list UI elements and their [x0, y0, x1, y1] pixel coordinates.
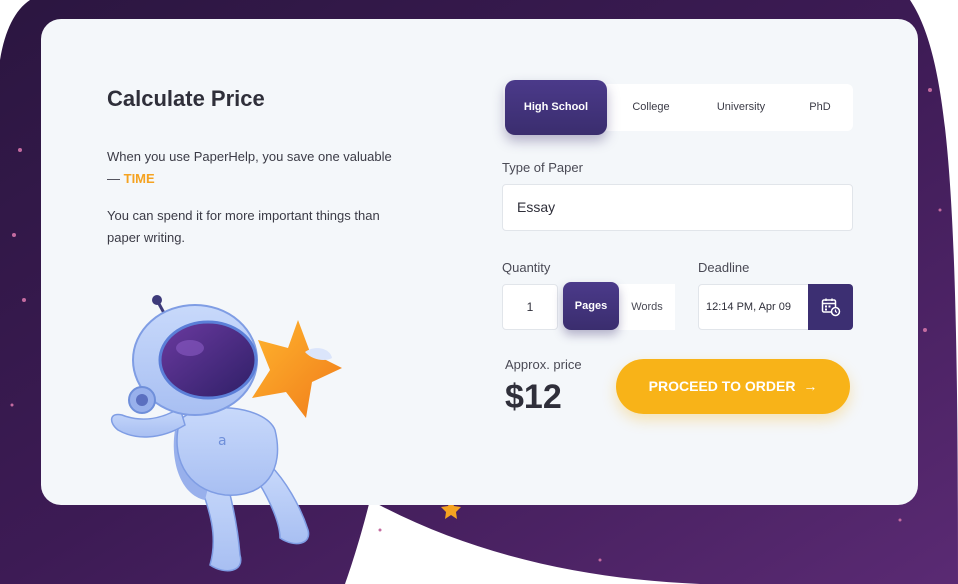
order-button-label: PROCEED TO ORDER [648, 378, 796, 394]
tab-college[interactable]: College [607, 84, 695, 131]
academic-level-tabs: High School College University PhD [503, 80, 853, 135]
unit-pages-button[interactable]: Pages [563, 282, 619, 330]
intro-highlight: TIME [123, 171, 155, 186]
price-value: $12 [505, 378, 562, 416]
tab-high-school[interactable]: High School [505, 80, 607, 135]
price-label: Approx. price [505, 357, 582, 372]
arrow-right-icon: → [803, 378, 818, 394]
paper-type-select[interactable]: Essay [502, 184, 853, 231]
paper-type-label: Type of Paper [502, 160, 583, 175]
intro-text-secondary: You can spend it for more important thin… [107, 208, 380, 245]
calendar-clock-icon [821, 298, 840, 317]
proceed-to-order-button[interactable]: PROCEED TO ORDER → [616, 359, 850, 414]
intro-text: When you use PaperHelp, you save one val… [107, 146, 407, 190]
quantity-label: Quantity [502, 260, 551, 275]
deadline-label: Deadline [698, 260, 750, 275]
astronaut-illustration: a [110, 295, 342, 572]
unit-words-button[interactable]: Words [619, 284, 675, 330]
quantity-input[interactable]: 1 [502, 284, 558, 330]
star-icon [252, 320, 342, 418]
calendar-button[interactable] [808, 284, 853, 330]
svg-text:a: a [218, 433, 227, 449]
page-title: Calculate Price [107, 86, 265, 111]
tab-university[interactable]: University [695, 84, 787, 131]
tab-phd[interactable]: PhD [787, 84, 853, 131]
